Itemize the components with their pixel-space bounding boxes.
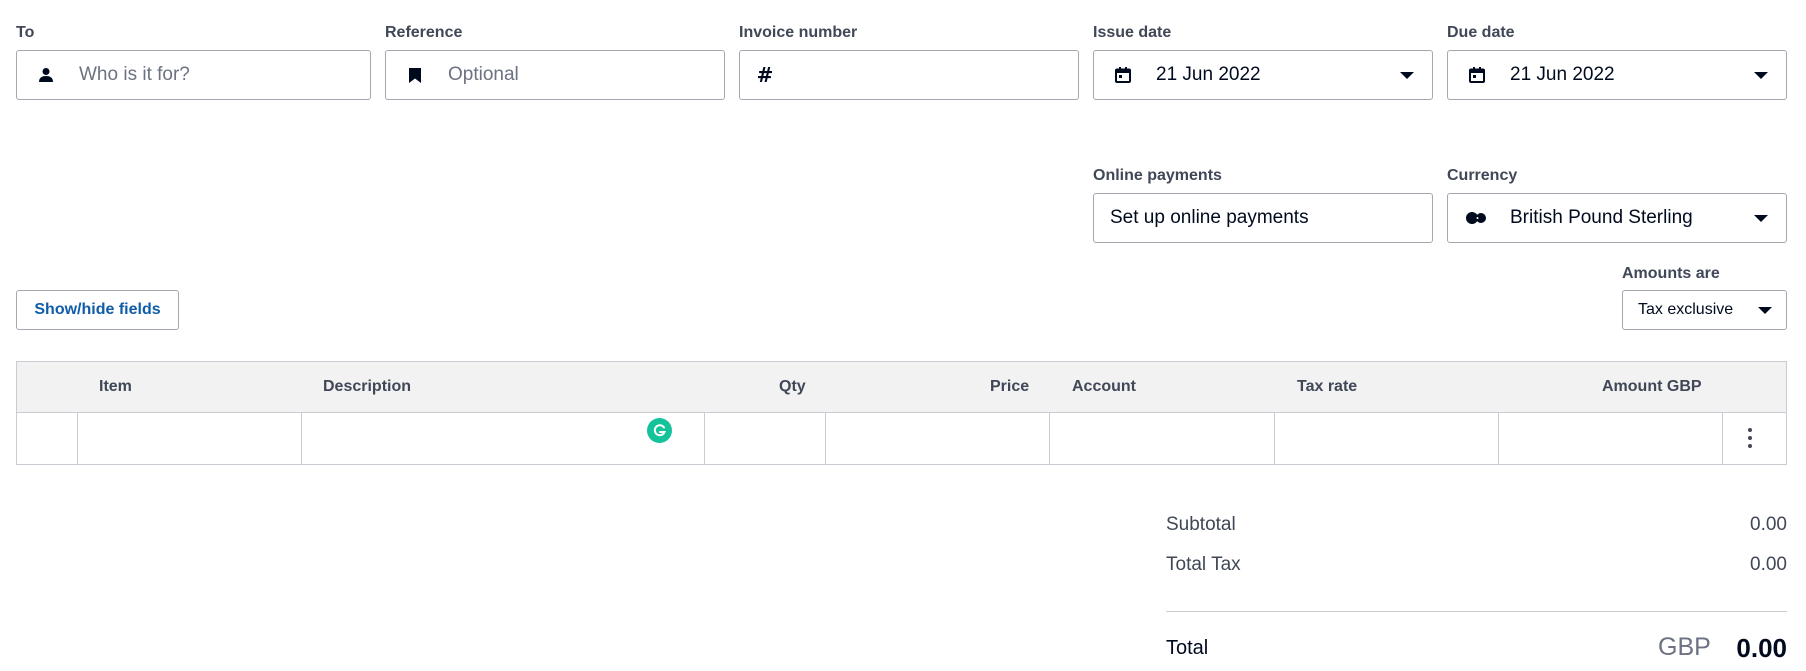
issue-date-value: 21 Jun 2022 (1156, 64, 1261, 85)
line-items-table: Item Description Qty Price Account Tax r… (16, 361, 1787, 465)
account-cell[interactable] (1050, 413, 1275, 464)
online-payments-field[interactable]: Set up online payments (1093, 193, 1433, 243)
reference-field[interactable]: Optional (385, 50, 725, 100)
chevron-down-icon (1754, 72, 1768, 79)
currency-value: British Pound Sterling (1510, 207, 1693, 228)
total-currency: GBP (1658, 633, 1711, 661)
calendar-icon (1468, 51, 1486, 99)
reference-placeholder: Optional (448, 64, 519, 85)
description-cell[interactable] (302, 413, 705, 464)
due-date-label: Due date (1447, 24, 1515, 41)
person-icon (37, 51, 55, 99)
to-placeholder: Who is it for? (79, 64, 190, 85)
currency-label: Currency (1447, 167, 1518, 184)
invoice-number-label: Invoice number (739, 24, 858, 41)
price-cell[interactable] (826, 413, 1050, 464)
bookmark-icon (406, 51, 424, 99)
to-label: To (16, 24, 35, 41)
amount-cell[interactable] (1499, 413, 1723, 464)
amounts-are-value: Tax exclusive (1638, 301, 1734, 318)
show-hide-fields-button[interactable]: Show/hide fields (16, 290, 179, 330)
currency-field[interactable]: British Pound Sterling (1447, 193, 1787, 243)
column-header-tax-rate: Tax rate (1297, 378, 1358, 395)
total-tax-value: 0.00 (1750, 554, 1787, 575)
column-header-item: Item (99, 378, 132, 395)
totals-divider (1166, 611, 1787, 612)
drag-handle-cell[interactable] (17, 413, 78, 464)
total-tax-label: Total Tax (1166, 554, 1241, 575)
subtotal-label: Subtotal (1166, 514, 1236, 535)
chevron-down-icon (1754, 215, 1768, 222)
hash-icon: # (756, 63, 774, 87)
online-payments-label: Online payments (1093, 167, 1222, 184)
issue-date-label: Issue date (1093, 24, 1172, 41)
item-cell[interactable] (78, 413, 302, 464)
total-label: Total (1166, 637, 1209, 659)
chevron-down-icon (1400, 72, 1414, 79)
more-vertical-icon[interactable] (1748, 428, 1752, 448)
reference-label: Reference (385, 24, 463, 41)
invoice-number-field[interactable]: # (739, 50, 1079, 100)
table-header: Item Description Qty Price Account Tax r… (17, 362, 1786, 413)
total-value: 0.00 (1736, 633, 1787, 663)
column-header-amount: Amount GBP (1602, 378, 1702, 395)
calendar-icon (1114, 51, 1132, 99)
column-header-qty: Qty (779, 378, 806, 395)
chevron-down-icon (1758, 307, 1772, 314)
qty-cell[interactable] (705, 413, 826, 464)
subtotal-value: 0.00 (1750, 514, 1787, 535)
to-field[interactable]: Who is it for? (16, 50, 371, 100)
tax-rate-cell[interactable] (1275, 413, 1499, 464)
amounts-are-select[interactable]: Tax exclusive (1622, 290, 1787, 330)
due-date-value: 21 Jun 2022 (1510, 64, 1615, 85)
column-header-price: Price (990, 378, 1030, 395)
column-header-account: Account (1072, 378, 1136, 395)
amounts-are-label: Amounts are (1622, 265, 1720, 282)
setup-online-payments-link[interactable]: Set up online payments (1110, 194, 1309, 242)
grammarly-icon[interactable] (647, 418, 672, 443)
issue-date-field[interactable]: 21 Jun 2022 (1093, 50, 1433, 100)
table-row (17, 413, 1786, 464)
currency-icon (1466, 194, 1488, 242)
column-header-description: Description (323, 378, 412, 395)
due-date-field[interactable]: 21 Jun 2022 (1447, 50, 1787, 100)
